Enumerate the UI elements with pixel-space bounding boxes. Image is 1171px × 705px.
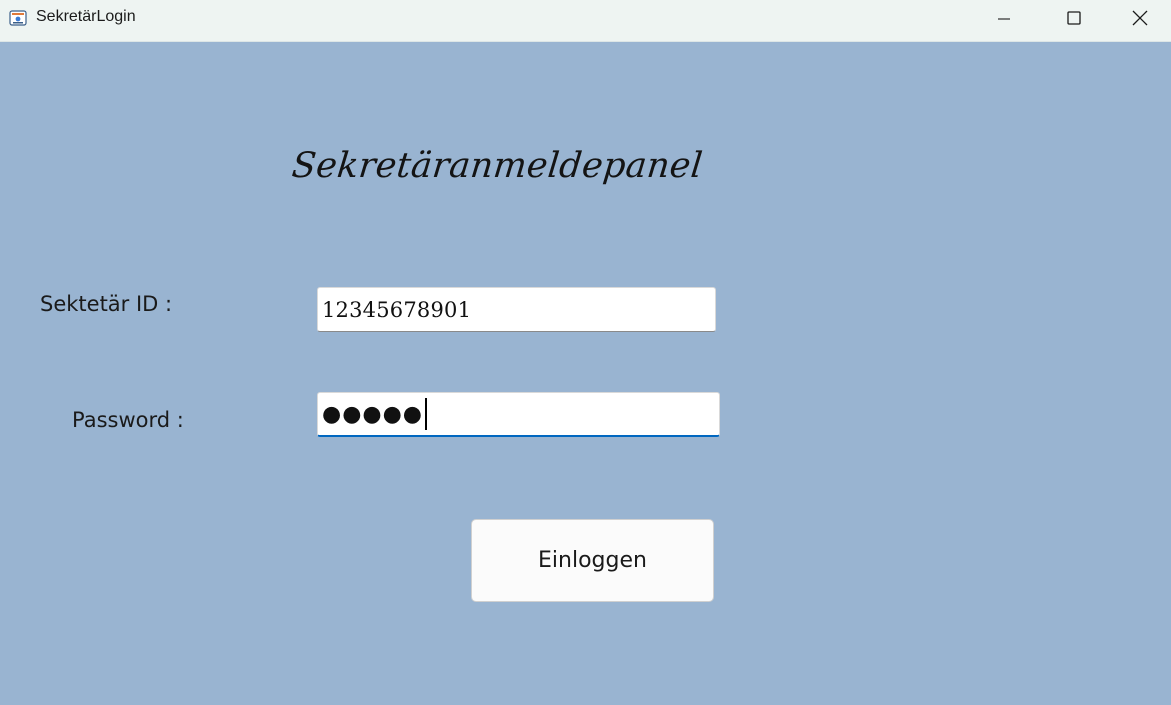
login-window: SekretärLogin Sekretäranmeldepanel Sekte… [0, 0, 1171, 705]
minimize-button[interactable] [969, 0, 1039, 36]
close-icon [1132, 10, 1148, 26]
app-icon [9, 10, 27, 26]
secretary-id-value: 12345678901 [322, 297, 472, 322]
secretary-id-label: Sektetär ID : [40, 292, 173, 316]
maximize-icon [1067, 11, 1081, 25]
password-value: ●●●●● [322, 401, 423, 427]
secretary-id-input[interactable]: 12345678901 [317, 287, 716, 332]
password-input[interactable]: ●●●●● [317, 392, 720, 437]
close-button[interactable] [1109, 0, 1171, 36]
panel-heading: Sekretäranmeldepanel [289, 146, 705, 186]
minimize-icon [998, 18, 1010, 20]
login-button[interactable]: Einloggen [471, 519, 714, 602]
maximize-button[interactable] [1039, 0, 1109, 36]
password-label: Password : [72, 408, 184, 432]
window-title: SekretärLogin [36, 8, 136, 25]
text-caret [424, 398, 427, 430]
title-bar[interactable]: SekretärLogin [0, 0, 1171, 42]
